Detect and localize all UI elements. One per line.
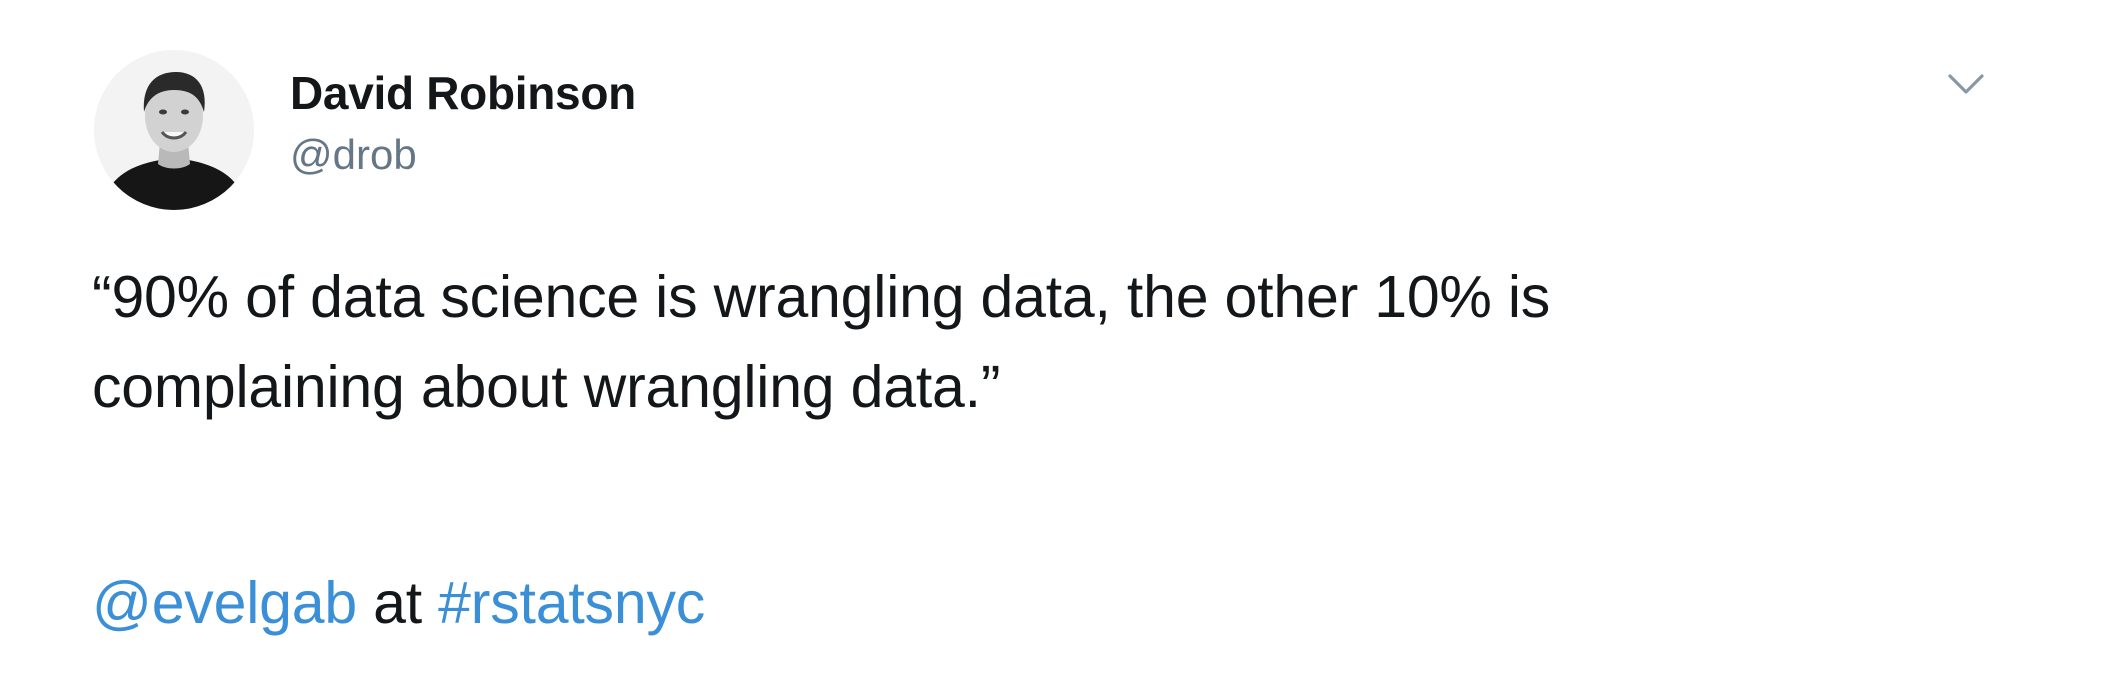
tweet-text: “90% of data science is wrangling data, … — [92, 264, 1551, 420]
tweet-card: David Robinson @drob “90% of data scienc… — [0, 0, 2108, 692]
avatar[interactable] — [94, 50, 254, 210]
mention-link[interactable]: @evelgab — [92, 570, 357, 636]
author-handle[interactable]: @drob — [290, 130, 417, 180]
author-name[interactable]: David Robinson — [290, 66, 636, 120]
footer-connector: at — [356, 570, 439, 636]
avatar-photo — [94, 50, 254, 210]
tweet-footer: @evelgab at #rstatsnyc — [92, 558, 705, 648]
chevron-down-icon[interactable] — [1944, 68, 1988, 100]
hashtag-link[interactable]: #rstatsnyc — [438, 570, 705, 636]
